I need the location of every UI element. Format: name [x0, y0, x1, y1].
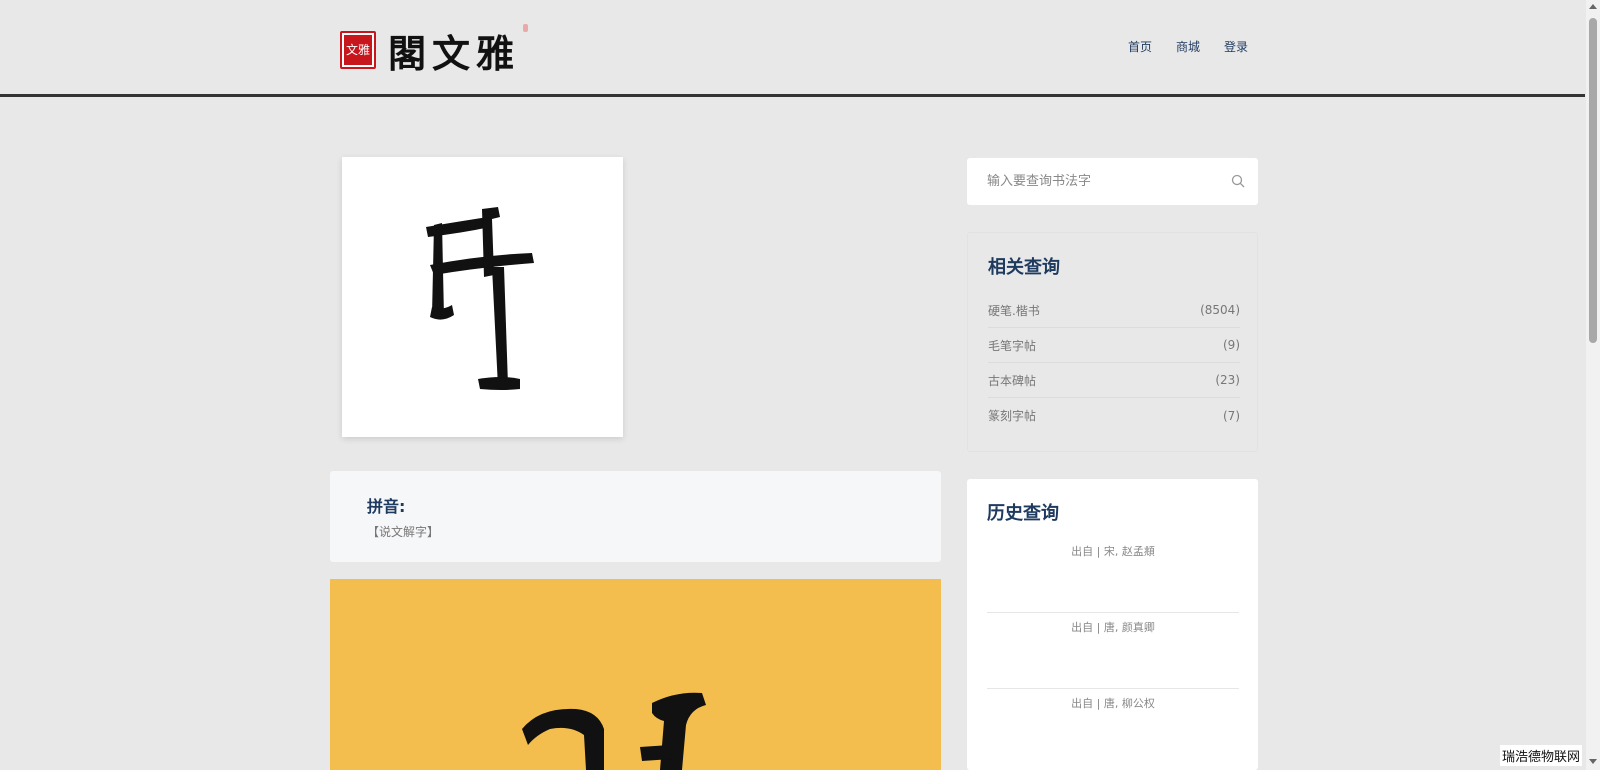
site-logo[interactable]: 文雅 閣文雅	[340, 24, 529, 76]
scroll-down-icon[interactable]	[1589, 759, 1597, 764]
search-input[interactable]	[967, 158, 1217, 205]
calligraphy-preview	[330, 579, 941, 770]
history-item-text: 出自 | 宋, 赵孟頫	[1071, 545, 1155, 558]
logo-dot-icon	[523, 24, 529, 32]
seal-icon: 文雅	[340, 31, 376, 69]
related-item-count: (9)	[1223, 338, 1240, 352]
related-list: 硬笔.楷书 (8504) 毛笔字帖 (9) 古本碑帖 (23) 篆刻字帖 (7)	[988, 293, 1240, 433]
related-item-label: 篆刻字帖	[988, 409, 1037, 423]
scrollbar-thumb[interactable]	[1589, 18, 1597, 343]
search-icon[interactable]	[1231, 174, 1245, 188]
related-item-label: 硬笔.楷书	[988, 303, 1040, 318]
related-queries-panel: 相关查询 硬笔.楷书 (8504) 毛笔字帖 (9) 古本碑帖 (23) 篆刻字…	[967, 232, 1258, 452]
character-image	[342, 157, 623, 437]
search-box	[967, 158, 1258, 205]
calligraphy-glyph-icon	[426, 207, 534, 390]
scroll-up-icon[interactable]	[1589, 4, 1597, 9]
nav-shop[interactable]: 商城	[1176, 38, 1200, 55]
logo-text: 閣文雅	[388, 30, 521, 76]
related-item[interactable]: 硬笔.楷书 (8504)	[988, 293, 1240, 328]
related-item-label: 古本碑帖	[988, 373, 1037, 388]
nav-home[interactable]: 首页	[1128, 38, 1152, 55]
history-item-text: 出自 | 唐, 颜真卿	[1071, 621, 1155, 634]
history-item[interactable]: 出自 | 唐, 柳公权	[987, 689, 1239, 765]
site-header: 文雅 閣文雅 首页 商城 登录	[0, 0, 1585, 97]
history-panel: 历史查询 出自 | 宋, 赵孟頫 出自 | 唐, 颜真卿 出自 | 唐, 柳公权	[967, 479, 1258, 770]
related-item-count: (8504)	[1200, 303, 1240, 317]
history-item[interactable]: 出自 | 宋, 赵孟頫	[987, 537, 1239, 613]
related-item[interactable]: 古本碑帖 (23)	[988, 363, 1240, 398]
related-item-count: (7)	[1223, 408, 1240, 423]
related-item[interactable]: 篆刻字帖 (7)	[988, 398, 1240, 433]
related-item-label: 毛笔字帖	[988, 338, 1037, 353]
related-item-count: (23)	[1215, 373, 1240, 387]
history-item-text: 出自 | 唐, 柳公权	[1071, 697, 1155, 710]
nav-login[interactable]: 登录	[1224, 38, 1248, 55]
calligraphy-large-glyph-icon	[522, 692, 706, 770]
history-item[interactable]: 出自 | 唐, 颜真卿	[987, 613, 1239, 689]
pinyin-source: 【说文解字】	[367, 525, 440, 539]
watermark-text: 瑞浩德物联网	[1500, 745, 1583, 766]
page-scrollbar[interactable]	[1586, 0, 1600, 770]
pinyin-panel: 拼音: 【说文解字】	[330, 471, 941, 562]
history-list: 出自 | 宋, 赵孟頫 出自 | 唐, 颜真卿 出自 | 唐, 柳公权	[987, 537, 1239, 765]
history-title: 历史查询	[987, 503, 1059, 524]
main-nav: 首页 商城 登录	[1128, 38, 1272, 55]
pinyin-title: 拼音:	[367, 497, 406, 516]
related-title: 相关查询	[988, 257, 1060, 278]
related-item[interactable]: 毛笔字帖 (9)	[988, 328, 1240, 363]
